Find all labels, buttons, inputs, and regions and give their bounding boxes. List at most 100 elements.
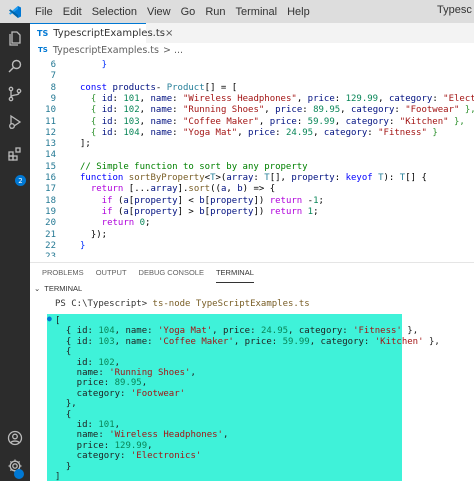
tab-typescript-examples[interactable]: TS TypescriptExamples.ts × xyxy=(30,23,173,43)
extensions-icon[interactable] xyxy=(4,143,26,165)
code-token: name xyxy=(150,127,173,138)
output-token: name: xyxy=(55,368,110,378)
code-token: : xyxy=(112,116,124,127)
code-line: 13]; xyxy=(30,138,474,150)
terminal-prompt-line: PS C:\Typescript> ts-node TypeScriptExam… xyxy=(55,299,310,309)
output-token: id: xyxy=(55,420,99,430)
output-token: }, xyxy=(55,399,77,410)
search-icon[interactable] xyxy=(4,55,26,77)
code-token: , xyxy=(237,127,249,138)
code-token: return xyxy=(269,195,308,206)
run-debug-icon[interactable] xyxy=(4,111,26,133)
code-token: 24.95 xyxy=(285,127,314,138)
code-token: price xyxy=(275,105,303,116)
menu-edit[interactable]: Edit xyxy=(58,6,87,18)
output-token: 89.95 xyxy=(114,378,142,389)
title-bar: File Edit Selection View Go Run Terminal Help T… xyxy=(0,0,474,23)
code-token: ]. xyxy=(177,184,189,195)
code-token: , xyxy=(139,105,151,116)
menu-run[interactable]: Run xyxy=(200,6,230,18)
output-token: , xyxy=(147,440,153,451)
vscode-logo-icon xyxy=(0,5,30,19)
code-editor[interactable]: 6 } 7 8 const products- Product[] = [9 { id… xyxy=(30,57,474,257)
output-token: 129.99 xyxy=(114,440,148,451)
code-token: , xyxy=(226,184,238,195)
line-number: 22 xyxy=(45,240,56,251)
code-token: return xyxy=(269,206,308,217)
code-token: "Footwear" xyxy=(405,105,460,116)
menu-terminal[interactable]: Terminal xyxy=(231,6,283,18)
code-token: : xyxy=(367,127,379,138)
code-token: , xyxy=(313,127,324,138)
output-token: , category: xyxy=(288,326,354,337)
code-token: : xyxy=(302,105,314,116)
code-token: ]) xyxy=(253,195,270,206)
code-token: : xyxy=(172,105,184,116)
line-number: 13 xyxy=(45,139,56,150)
output-token: 'Coffee Maker' xyxy=(157,336,234,347)
editor-tab-bar: TS TypescriptExamples.ts × xyxy=(30,23,474,43)
code-text: return 0; xyxy=(80,217,151,229)
code-token: : xyxy=(172,127,184,138)
code-token: return xyxy=(80,184,129,195)
breadcrumb-rest[interactable]: > ... xyxy=(163,45,183,56)
menu-help[interactable]: Help xyxy=(282,6,315,18)
output-token: 102 xyxy=(98,357,115,368)
code-line: 7 xyxy=(30,70,474,82)
code-token: category xyxy=(323,127,368,138)
explorer-icon[interactable] xyxy=(4,27,26,49)
breadcrumb-file[interactable]: TypescriptExamples.ts xyxy=(53,45,159,56)
menu-view[interactable]: View xyxy=(142,6,176,18)
output-token: 'Yoga Mat' xyxy=(157,326,213,337)
terminal-output[interactable]: PS C:\Typescript> ts-node TypeScriptExam… xyxy=(30,296,474,484)
line-number: 20 xyxy=(45,218,56,229)
terminal-output-line: ] xyxy=(55,472,60,484)
line-number: 17 xyxy=(45,184,56,195)
code-token: array xyxy=(150,184,178,195)
code-token: ]; xyxy=(80,139,91,150)
account-icon[interactable] xyxy=(4,427,26,449)
output-token: category: xyxy=(55,388,131,399)
code-token: "Electronics" xyxy=(443,93,474,104)
code-token: sortByProperty xyxy=(128,173,205,183)
code-line: 12 { id: 104, name: "Yoga Mat", price: 2… xyxy=(30,127,474,139)
terminal-section-header[interactable]: ⌄ TERMINAL xyxy=(30,282,474,294)
code-token: name xyxy=(150,116,173,127)
menu-file[interactable]: File xyxy=(30,6,58,18)
code-token: , xyxy=(258,116,270,127)
source-control-icon[interactable] xyxy=(4,83,26,105)
code-token: 59.99 xyxy=(307,116,335,127)
code-token: ; xyxy=(145,218,151,229)
code-text: { id: 101, name: "Wireless Headphones", … xyxy=(80,93,474,105)
code-token: : xyxy=(296,116,308,127)
tab-debug-console[interactable]: DEBUG CONSOLE xyxy=(139,263,204,283)
prompt-text: PS C:\Typescript> xyxy=(55,299,148,309)
output-token: price: xyxy=(55,378,115,389)
menu-go[interactable]: Go xyxy=(176,6,201,18)
chevron-down-icon: ⌄ xyxy=(34,283,41,293)
code-token: : xyxy=(172,116,184,127)
code-token: : xyxy=(112,93,124,104)
code-token: : xyxy=(394,105,406,116)
code-text: { id: 104, name: "Yoga Mat", price: 24.9… xyxy=(80,127,438,139)
output-token: , xyxy=(190,368,196,378)
tab-terminal[interactable]: TERMINAL xyxy=(215,263,254,283)
tab-problems[interactable]: PROBLEMS xyxy=(42,263,84,283)
menu-selection[interactable]: Selection xyxy=(87,6,142,18)
output-token: id: xyxy=(55,357,99,368)
code-token: [], xyxy=(269,173,292,183)
tab-output[interactable]: OUTPUT xyxy=(96,263,127,283)
code-token: ] > xyxy=(177,206,200,217)
code-text: } xyxy=(80,240,85,252)
line-number: 18 xyxy=(45,195,56,206)
code-text: return [...array].sort((a, b) => { xyxy=(80,183,275,195)
code-token: { xyxy=(80,105,102,116)
line-number: 9 xyxy=(50,93,56,104)
code-token: [... xyxy=(128,184,151,195)
code-token: ; xyxy=(313,206,319,217)
tab-close-icon[interactable]: × xyxy=(165,28,173,39)
update-indicator-icon xyxy=(14,469,24,479)
activity-bar: 2 xyxy=(0,23,30,481)
code-token: [] { xyxy=(405,173,427,183)
output-token: , xyxy=(222,430,229,441)
